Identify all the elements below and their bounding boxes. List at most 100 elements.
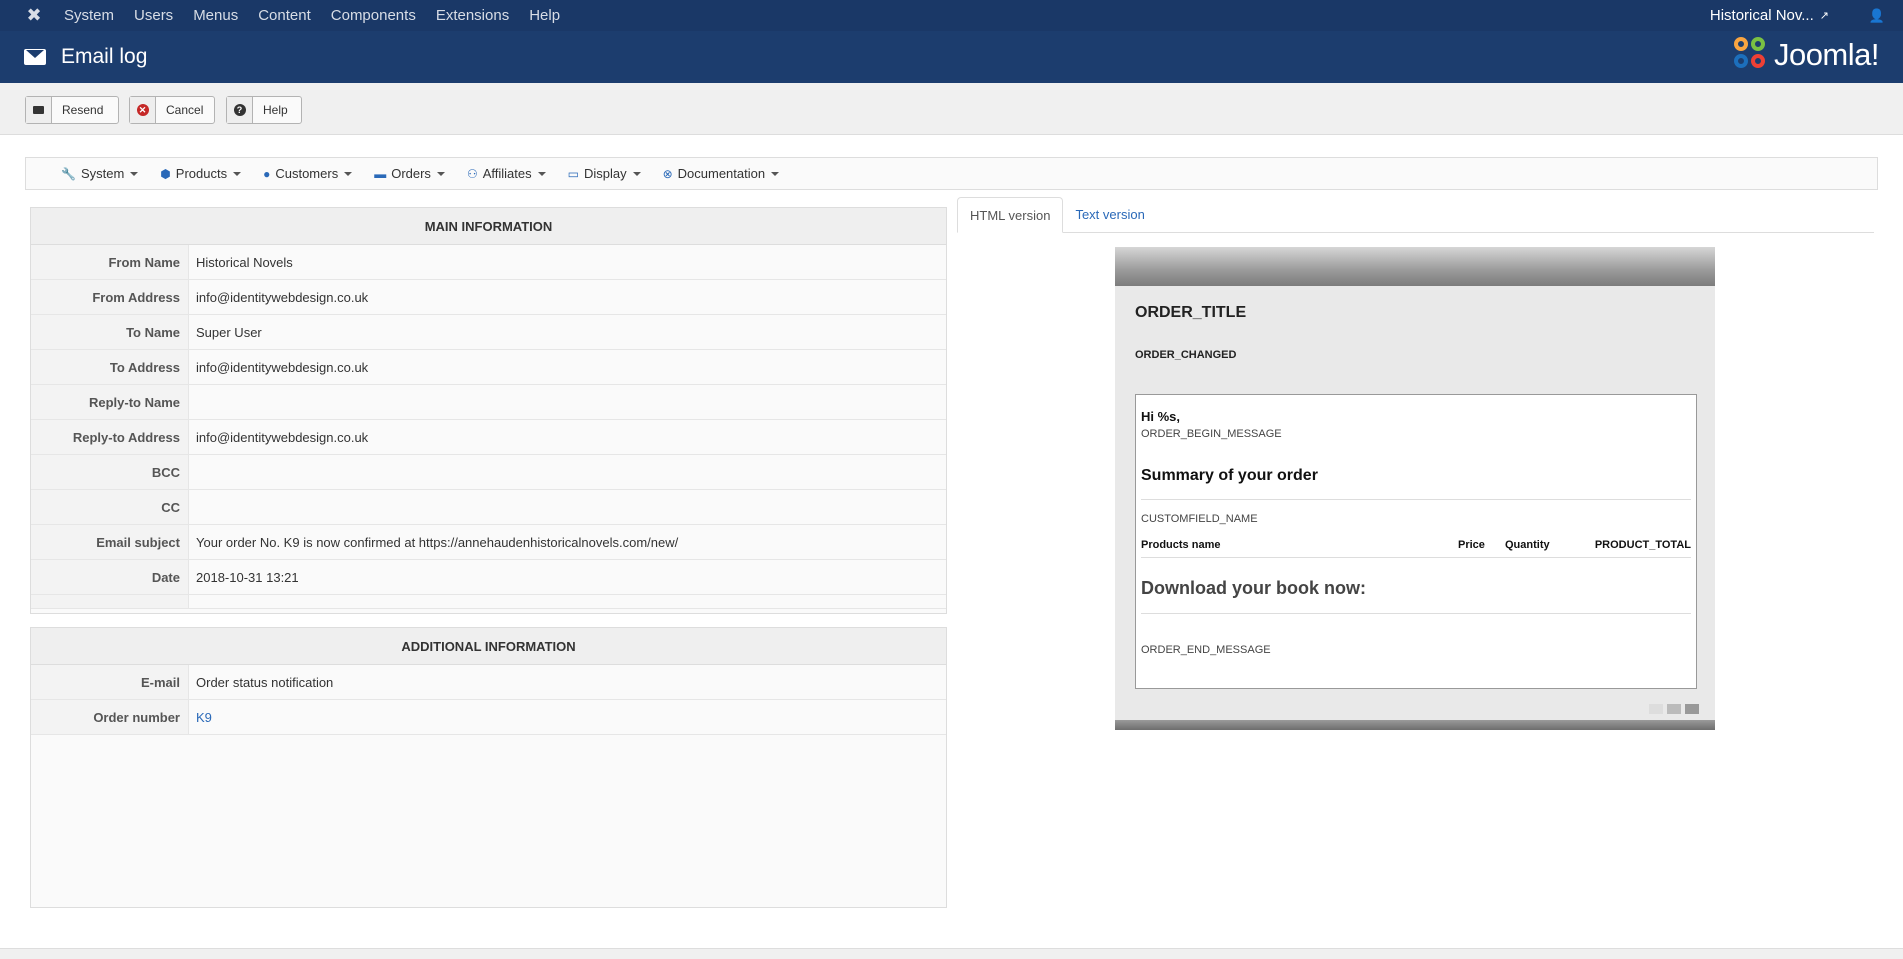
external-link-icon: ↗ — [1819, 10, 1829, 22]
chevron-down-icon — [436, 171, 445, 176]
menu-system[interactable]: System — [64, 7, 114, 24]
order-changed: ORDER_CHANGED — [1135, 349, 1237, 361]
decor-block — [1667, 704, 1681, 714]
joomla-menu-icon[interactable]: ✖ — [14, 0, 54, 31]
page-title: Email log — [61, 45, 148, 68]
info-label: BCC — [31, 455, 189, 489]
info-row: Order number K9 — [31, 700, 946, 735]
chevron-down-icon — [771, 171, 780, 176]
admin-menubar: ✖ System Users Menus Content Components … — [0, 0, 1903, 31]
col-price: Price — [1458, 539, 1485, 551]
info-value: Order status notification — [196, 674, 334, 690]
resend-button[interactable]: Resend — [25, 96, 119, 124]
status-bar — [0, 948, 1903, 959]
tab-html-version[interactable]: HTML version — [957, 197, 1064, 233]
info-row: To Name Super User — [31, 315, 946, 350]
menu-content[interactable]: Content — [258, 7, 311, 24]
email-preview: ORDER_TITLE ORDER_CHANGED Hi %s, ORDER_B… — [1115, 247, 1715, 730]
site-name: Historical Nov... — [1709, 7, 1814, 24]
nav-affiliates-label: Affiliates — [482, 166, 532, 181]
info-label: E-mail — [31, 665, 189, 699]
info-value: Super User — [196, 324, 262, 340]
info-label: Date — [31, 560, 189, 594]
divider — [1141, 557, 1691, 558]
menu-menus[interactable]: Menus — [193, 7, 238, 24]
nav-system[interactable]: 🔧 System — [61, 166, 139, 181]
lifebuoy-icon: ⊗ — [662, 166, 673, 181]
menu-users[interactable]: Users — [134, 7, 173, 24]
info-row: From Name Historical Novels — [31, 245, 946, 280]
divider — [1141, 499, 1691, 500]
summary-heading: Summary of your order — [1141, 467, 1318, 484]
info-label-spacer — [31, 595, 189, 608]
download-heading: Download your book now: — [1141, 578, 1366, 598]
info-row: Date 2018-10-31 13:21 — [31, 560, 946, 595]
order-title: ORDER_TITLE — [1135, 304, 1247, 321]
menu-extensions[interactable]: Extensions — [436, 7, 509, 24]
nav-orders-label: Orders — [391, 166, 431, 181]
nav-customers-label: Customers — [275, 166, 339, 181]
nav-system-label: System — [80, 166, 125, 181]
site-link[interactable]: Historical Nov... ↗ — [1710, 7, 1829, 24]
info-label: To Name — [31, 315, 189, 349]
cancel-icon: ✕ — [130, 97, 156, 123]
monitor-icon: ▭ — [567, 166, 579, 181]
info-value: Historical Novels — [196, 254, 293, 270]
credit-card-icon: ▬ — [374, 166, 387, 181]
additional-information-panel: ADDITIONAL INFORMATION E-mail Order statu… — [30, 627, 947, 908]
nav-products[interactable]: ⬢ Products — [160, 166, 242, 181]
col-product-name: Products name — [1141, 539, 1221, 551]
col-quantity: Quantity — [1505, 539, 1550, 551]
info-row: Email subject Your order No. K9 is now co… — [31, 525, 946, 560]
mail-icon — [26, 97, 52, 123]
info-value: Your order No. K9 is now confirmed at ht… — [196, 534, 679, 550]
preview-footer-bar — [1115, 720, 1715, 730]
cancel-button[interactable]: ✕ Cancel — [129, 96, 215, 124]
order-table-header: Products name Price Quantity PRODUCT_TOT… — [1141, 539, 1691, 551]
topbar-right: Historical Nov... ↗ 👤 — [1710, 0, 1903, 31]
help-button[interactable]: ? Help — [226, 96, 302, 124]
info-label: From Name — [31, 245, 189, 279]
nav-orders[interactable]: ▬ Orders — [374, 166, 445, 181]
preview-header-bar — [1115, 247, 1715, 286]
nav-affiliates[interactable]: ⚇ Affiliates — [467, 166, 546, 181]
chevron-down-icon — [130, 171, 139, 176]
info-row: From Address info@identitywebdesign.co.uk — [31, 280, 946, 315]
end-message: ORDER_END_MESSAGE — [1141, 644, 1271, 656]
tab-text-version[interactable]: Text version — [1063, 197, 1156, 233]
info-row-spacer — [31, 595, 946, 609]
nav-documentation[interactable]: ⊗ Documentation — [663, 166, 780, 181]
info-label: Reply-to Address — [31, 420, 189, 454]
nav-documentation-label: Documentation — [677, 166, 766, 181]
nav-display[interactable]: ▭ Display — [568, 166, 641, 181]
col-product-total: PRODUCT_TOTAL — [1594, 539, 1691, 551]
order-number-link[interactable]: K9 — [189, 710, 212, 725]
decor-block — [1685, 704, 1699, 714]
divider — [1141, 613, 1691, 614]
info-row: BCC — [31, 455, 946, 490]
help-label: Help — [263, 103, 288, 117]
info-label: From Address — [31, 280, 189, 314]
begin-message: ORDER_BEGIN_MESSAGE — [1141, 428, 1282, 440]
user-menu-icon[interactable]: 👤 — [1859, 8, 1895, 24]
additional-information-heading: ADDITIONAL INFORMATION — [31, 628, 946, 665]
admin-menu: System Users Menus Content Components Ex… — [64, 7, 580, 24]
chevron-down-icon — [632, 171, 641, 176]
menu-components[interactable]: Components — [331, 7, 416, 24]
info-label: Reply-to Name — [31, 385, 189, 419]
info-label: Order number — [31, 700, 189, 734]
menu-help[interactable]: Help — [529, 7, 560, 24]
nav-customers[interactable]: ● Customers — [263, 166, 353, 181]
preview-decoration — [1645, 704, 1699, 714]
wrench-icon: 🔧 — [61, 166, 76, 181]
main-information-panel: MAIN INFORMATION From Name Historical Nov… — [30, 207, 947, 614]
info-value: info@identitywebdesign.co.uk — [196, 289, 369, 305]
info-label: To Address — [31, 350, 189, 384]
user-icon: ● — [263, 166, 271, 181]
main-information-heading: MAIN INFORMATION — [31, 208, 946, 245]
resend-label: Resend — [62, 103, 104, 117]
page-header: Email log Joomla! — [0, 31, 1903, 83]
chevron-down-icon — [233, 171, 242, 176]
info-label: Email subject — [31, 525, 189, 559]
info-row: CC — [31, 490, 946, 525]
